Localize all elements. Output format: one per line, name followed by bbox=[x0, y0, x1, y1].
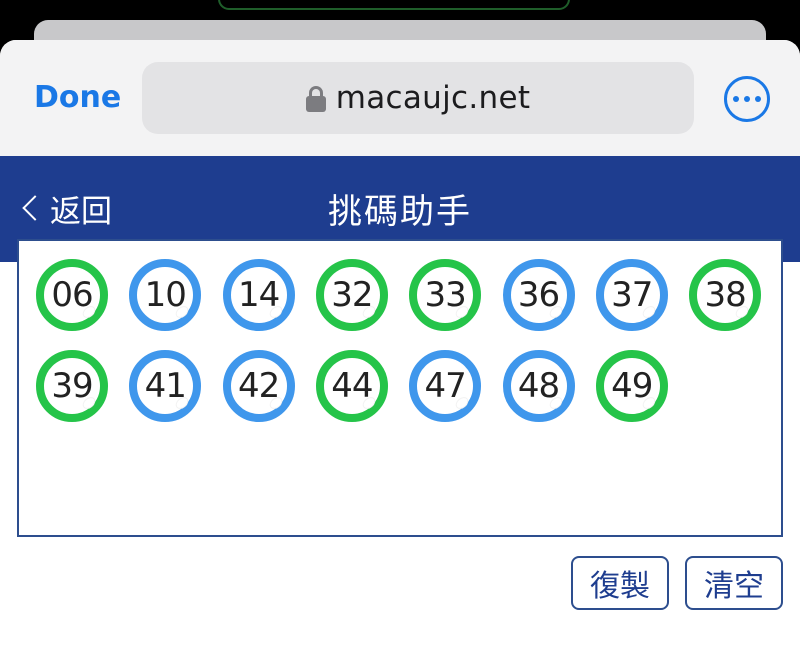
screen: Done macaujc.net 返回 挑碼助手 06 10 14 32 33 36 37 3… bbox=[0, 0, 800, 672]
url-text: macaujc.net bbox=[335, 80, 531, 116]
background-card-outline bbox=[218, 0, 570, 10]
number-ball[interactable]: 47 bbox=[409, 350, 482, 422]
page-title: 挑碼助手 bbox=[328, 192, 472, 232]
number-ball[interactable]: 48 bbox=[502, 350, 575, 422]
number-ball[interactable]: 14 bbox=[222, 259, 295, 331]
browser-toolbar: Done macaujc.net bbox=[0, 40, 800, 156]
number-ball[interactable]: 44 bbox=[315, 350, 388, 422]
clear-button[interactable]: 清空 bbox=[685, 556, 783, 610]
number-ball[interactable]: 49 bbox=[595, 350, 668, 422]
number-ball[interactable]: 33 bbox=[409, 259, 482, 331]
selected-numbers-box: 06 10 14 32 33 36 37 38 39 41 42 44 47 48 49 bbox=[17, 239, 783, 537]
number-ball[interactable]: 42 bbox=[222, 350, 295, 422]
number-ball[interactable]: 38 bbox=[689, 259, 762, 331]
number-ball[interactable]: 36 bbox=[502, 259, 575, 331]
number-ball[interactable]: 39 bbox=[36, 350, 108, 422]
address-bar[interactable]: macaujc.net bbox=[142, 62, 694, 134]
done-button[interactable]: Done bbox=[34, 80, 121, 115]
number-ball[interactable]: 37 bbox=[595, 259, 668, 331]
copy-button[interactable]: 復製 bbox=[571, 556, 669, 610]
number-ball[interactable]: 41 bbox=[129, 350, 202, 422]
number-ball[interactable]: 06 bbox=[36, 259, 108, 331]
number-ball[interactable]: 10 bbox=[129, 259, 202, 331]
lock-icon bbox=[305, 86, 326, 112]
number-ball[interactable]: 32 bbox=[315, 259, 388, 331]
ellipsis-circle-icon[interactable] bbox=[724, 76, 770, 122]
